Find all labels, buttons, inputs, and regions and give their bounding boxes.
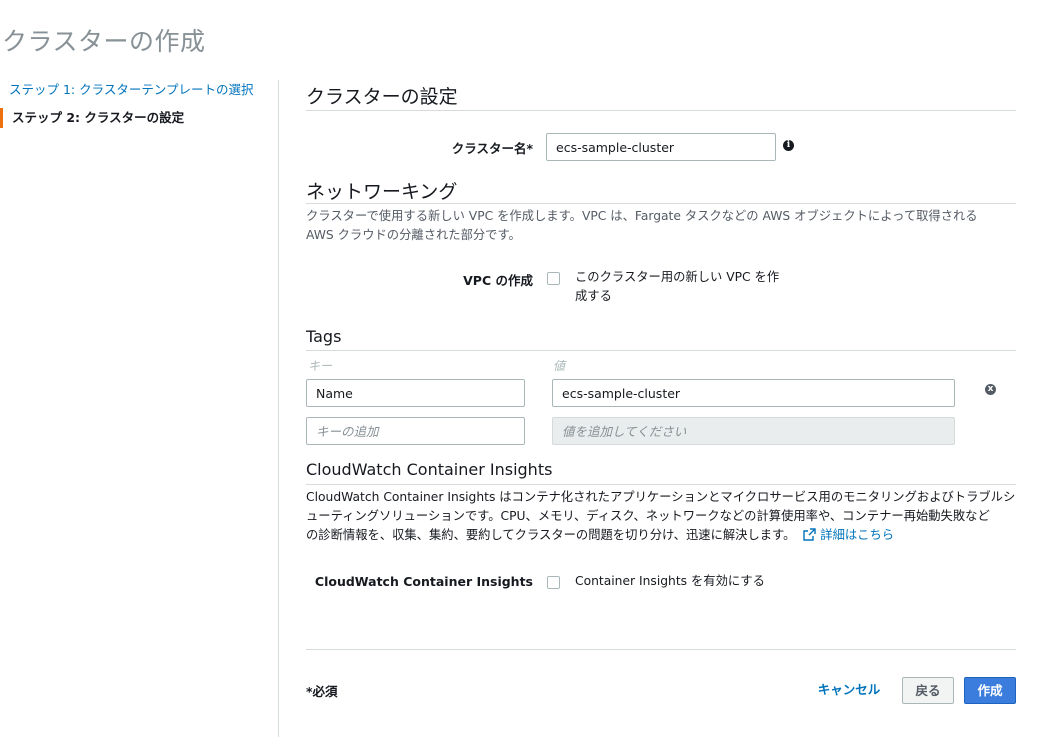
cluster-name-label: クラスター名* — [451, 141, 533, 156]
external-link-icon — [803, 528, 817, 541]
insights-enable-checkbox[interactable] — [547, 576, 560, 589]
new-tag-value-input — [552, 417, 955, 445]
sidebar-step-1-link[interactable]: ステップ 1: クラスターテンプレートの選択 — [9, 79, 254, 98]
new-tag-key-input[interactable] — [306, 417, 525, 445]
insights-description-line: CloudWatch Container Insights はコンテナ化されたア… — [306, 490, 1016, 504]
networking-description: クラスターで使用する新しい VPC を作成します。VPC は、Fargate タ… — [306, 207, 1016, 245]
remove-tag-icon[interactable]: x — [985, 384, 996, 395]
vpc-create-checkbox[interactable] — [547, 272, 560, 285]
learn-more-link[interactable]: 詳細はこちら — [799, 528, 894, 542]
networking-description-line: クラスターで使用する新しい VPC を作成します。VPC は、Fargate タ… — [306, 209, 978, 223]
cluster-config-title: クラスターの設定 — [306, 86, 458, 108]
vpc-checkbox-label-line: このクラスター用の新しい VPC を作 — [575, 270, 780, 284]
section-divider — [306, 484, 1016, 485]
vpc-checkbox-label: このクラスター用の新しい VPC を作 成する — [575, 268, 805, 306]
networking-title: ネットワーキング — [306, 181, 458, 203]
back-button[interactable]: 戻る — [902, 677, 954, 704]
tag-key-input[interactable] — [306, 379, 525, 407]
vpc-checkbox-label-line: 成する — [575, 289, 612, 303]
tag-key-header: キー — [308, 359, 333, 373]
insights-description: CloudWatch Container Insights はコンテナ化されたア… — [306, 488, 1016, 545]
cancel-button[interactable]: キャンセル — [810, 677, 888, 704]
insights-description-line: の診断情報を、収集、集約、要約してクラスターの問題を切り分け、迅速に解決します。… — [306, 526, 1016, 545]
vpc-label: VPC の作成 — [463, 273, 533, 288]
info-icon[interactable]: i — [783, 140, 794, 151]
insights-description-line: ューティングソリューションです。CPU、メモリ、ディスク、ネットワークなどの計算… — [306, 509, 990, 523]
networking-description-line: AWS クラウドの分離された部分です。 — [306, 228, 521, 242]
insights-toggle-label: CloudWatch Container Insights — [314, 574, 533, 589]
cluster-name-input[interactable] — [546, 133, 776, 161]
section-divider — [306, 110, 1016, 111]
page-title: クラスターの作成 — [2, 27, 206, 56]
section-divider — [306, 203, 1016, 204]
learn-more-label: 詳細はこちら — [820, 528, 895, 542]
insights-description-text: の診断情報を、収集、集約、要約してクラスターの問題を切り分け、迅速に解決します。 — [306, 528, 796, 542]
create-button[interactable]: 作成 — [964, 677, 1016, 704]
tag-value-input[interactable] — [552, 379, 955, 407]
insights-title: CloudWatch Container Insights — [306, 460, 553, 479]
tags-title: Tags — [306, 327, 342, 346]
sidebar-divider — [278, 80, 279, 737]
tag-value-header: 値 — [553, 359, 566, 373]
required-note: *必須 — [306, 684, 338, 699]
insights-checkbox-label: Container Insights を有効にする — [575, 574, 765, 588]
footer-divider — [306, 649, 1016, 650]
sidebar-step-2-current: ステップ 2: クラスターの設定 — [0, 108, 184, 128]
section-divider — [306, 350, 1016, 351]
